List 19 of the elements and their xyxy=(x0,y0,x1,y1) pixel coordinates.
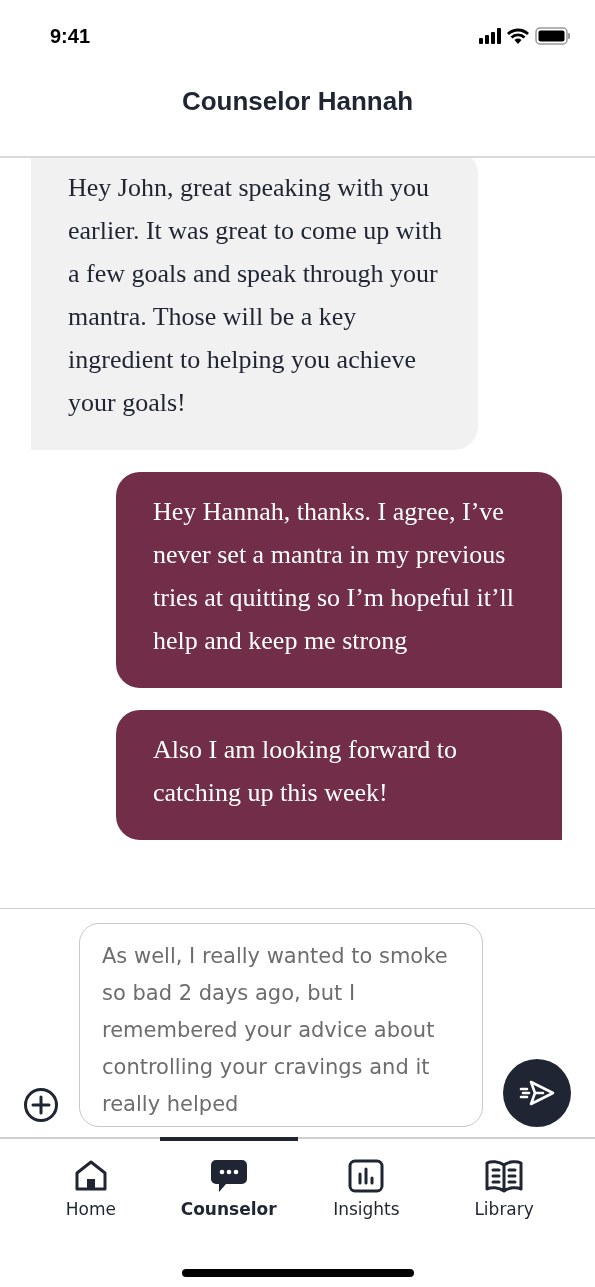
plus-icon xyxy=(23,1087,59,1123)
message-bubble: Also I am looking forward to catching up this week! xyxy=(116,710,562,840)
signal-icon xyxy=(479,28,501,44)
tab-item[interactable]: Insights xyxy=(297,1137,436,1251)
chat-icon xyxy=(209,1159,248,1193)
status-time: 9:41 xyxy=(50,24,91,48)
tab-item[interactable]: Home xyxy=(22,1137,160,1251)
wifi-icon xyxy=(507,28,529,44)
chat-title: Counselor Hannah xyxy=(181,86,414,117)
message-input[interactable]: As well, I really wanted to smoke so bad 2 days ago, but I remembered your advice about controlling your cravings and it really helped xyxy=(79,923,483,1127)
message-bubble: Hey John, great speaking with you earlier. It was great to come up with a few goals and speak through your mantra. Those will be a key ingredient to helping you achieve your goals! xyxy=(31,158,478,450)
tab-item[interactable]: Library xyxy=(435,1137,573,1251)
send-icon xyxy=(518,1078,556,1108)
book-icon xyxy=(485,1159,524,1193)
chart-icon xyxy=(348,1159,385,1193)
battery-icon xyxy=(535,27,571,45)
tab-item[interactable]: Counselor xyxy=(159,1137,298,1251)
add-button[interactable] xyxy=(22,1087,60,1125)
message-bubble: Hey Hannah, thanks. I agree, I’ve never set a mantra in my previous tries at quitting so I’m hopeful it’ll help and keep me strong xyxy=(116,472,562,688)
